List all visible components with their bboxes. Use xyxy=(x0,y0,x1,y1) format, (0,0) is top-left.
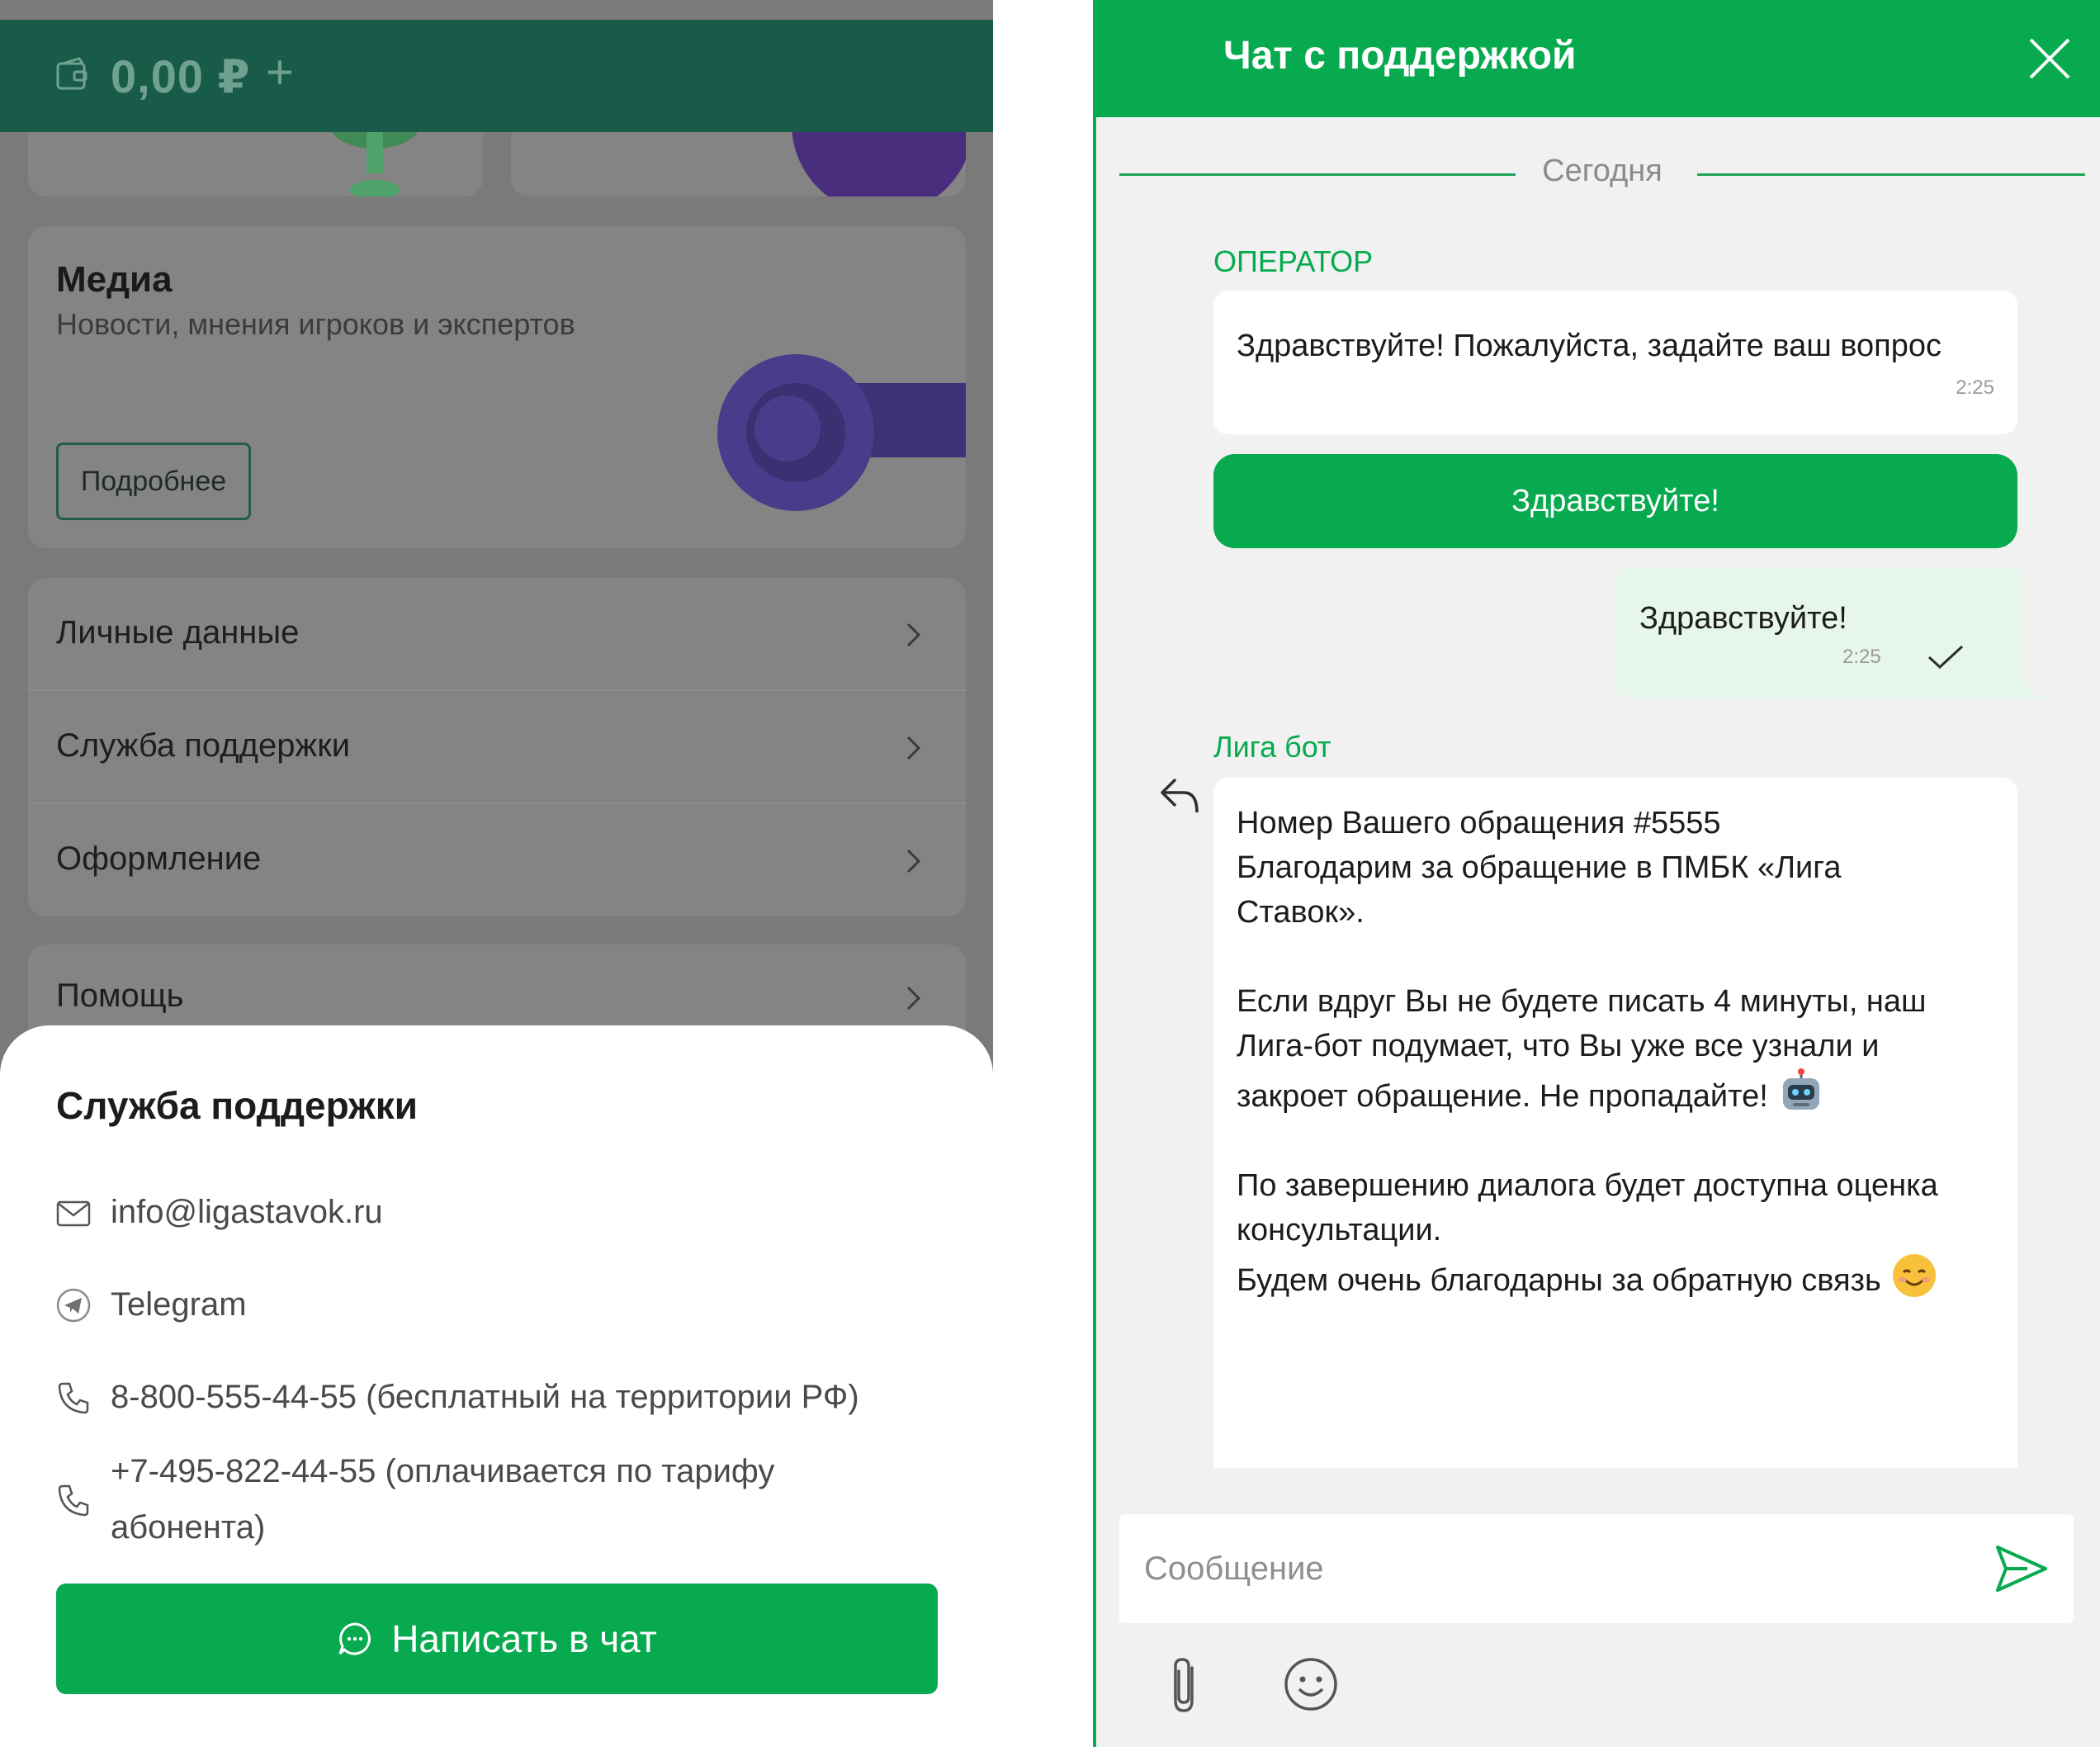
bot-text-line-with-emoji: закроет обращение. Не пропадайте! xyxy=(1237,1068,1996,1119)
chevron-right-icon xyxy=(906,849,921,873)
bot-text-line: Если вдруг Вы не будете писать 4 минуты,… xyxy=(1237,984,1927,1019)
menu-item-label: Оформление xyxy=(56,840,262,877)
chevron-right-icon xyxy=(906,623,921,647)
screenshot: 0,00 ₽ + Медиа Новости, мнения игроков и xyxy=(0,0,2100,1747)
profile-screen: 0,00 ₽ + Медиа Новости, мнения игроков и xyxy=(0,0,993,1747)
reply-icon[interactable] xyxy=(1159,776,1200,814)
date-separator-label: Сегодня xyxy=(1542,154,1662,188)
chevron-right-icon xyxy=(906,986,921,1011)
balance-amount: 0,00 ₽ xyxy=(111,50,251,102)
menu-item-label: Личные данные xyxy=(56,614,300,651)
chat-header: Чат с поддержкой xyxy=(1093,0,2100,117)
bot-text-line-with-emoji: Будем очень благодарны за обратную связь xyxy=(1237,1252,1996,1303)
top-bar: 0,00 ₽ + xyxy=(0,20,993,132)
telegram-icon xyxy=(56,1288,91,1323)
quick-reply-button[interactable]: Здравствуйте! xyxy=(1213,454,2017,548)
menu-item-label: Служба поддержки xyxy=(56,727,351,764)
bot-text-line: Лига-бот подумает, что Вы уже все узнали… xyxy=(1237,1029,1880,1063)
paperclip-icon[interactable] xyxy=(1167,1656,1204,1716)
chat-bubble-icon xyxy=(338,1622,371,1655)
bubble-tail xyxy=(2021,677,2046,698)
bot-text-line: Номер Вашего обращения #5555 xyxy=(1237,806,1721,840)
menu-item-appearance[interactable]: Оформление xyxy=(28,804,966,916)
telegram-contact[interactable]: Telegram xyxy=(56,1276,964,1333)
bot-label: Лига бот xyxy=(1213,730,1331,764)
message-input[interactable] xyxy=(1144,1539,1953,1598)
media-title: Медиа xyxy=(56,259,173,300)
close-icon[interactable] xyxy=(2027,36,2072,81)
whistle-illustration xyxy=(717,354,966,511)
send-icon[interactable] xyxy=(1994,1544,2049,1593)
menu-item-label: Помощь xyxy=(56,978,184,1014)
dimmed-background: 0,00 ₽ + Медиа Новости, мнения игроков и xyxy=(0,0,993,1073)
bot-text-line: Ставок». xyxy=(1237,895,1365,930)
date-separator: Сегодня xyxy=(1119,154,2085,195)
more-button[interactable]: Подробнее xyxy=(56,443,251,520)
bot-text-line: консультации. xyxy=(1237,1213,1442,1248)
phone-2-text-line2[interactable]: абонента) xyxy=(111,1499,265,1555)
phone-contact-1[interactable]: 8-800-555-44-55 (бесплатный на территори… xyxy=(56,1369,964,1425)
bot-text: Будем очень благодарны за обратную связь xyxy=(1237,1263,1881,1298)
smiling-emoji xyxy=(1892,1254,1936,1297)
user-message-text: Здравствуйте! xyxy=(1639,601,1847,636)
support-bottom-sheet: Служба поддержки info@ligastavok.ru Tele… xyxy=(0,1025,993,1747)
support-chat-screen: Чат с поддержкой Сегодня ОПЕРАТОР Здравс… xyxy=(1093,0,2100,1747)
bot-text-line: По завершению диалога будет доступна оце… xyxy=(1237,1168,1938,1203)
phone-contact-2[interactable]: +7-495-822-44-55 (оплачивается по тарифу… xyxy=(56,1443,964,1555)
phone-icon xyxy=(58,1484,89,1517)
bot-message: Номер Вашего обращения #5555 Благодарим … xyxy=(1213,778,2017,1468)
media-card: Медиа Новости, мнения игроков и эксперто… xyxy=(28,226,966,548)
operator-message: Здравствуйте! Пожалуйста, задайте ваш во… xyxy=(1213,291,2017,434)
bot-text-spacer xyxy=(1237,935,1996,979)
chevron-right-icon xyxy=(906,736,921,760)
write-to-chat-button[interactable]: Написать в чат xyxy=(56,1584,938,1694)
add-funds-button[interactable]: + xyxy=(266,45,294,100)
operator-label: ОПЕРАТОР xyxy=(1213,244,1374,278)
menu-item-support[interactable]: Служба поддержки xyxy=(28,691,966,804)
chat-title: Чат с поддержкой xyxy=(1223,34,1577,78)
operator-message-time: 2:25 xyxy=(1956,376,1994,399)
phone-icon xyxy=(58,1382,89,1414)
sheet-title: Служба поддержки xyxy=(56,1084,419,1127)
media-subtitle: Новости, мнения игроков и экспертов xyxy=(56,307,575,341)
bot-text: закроет обращение. Не пропадайте! xyxy=(1237,1079,1768,1114)
message-composer xyxy=(1119,1514,2074,1623)
panel-border xyxy=(1093,0,1096,1747)
email-contact[interactable]: info@ligastavok.ru xyxy=(56,1184,964,1240)
operator-message-text: Здравствуйте! Пожалуйста, задайте ваш во… xyxy=(1237,329,1942,363)
robot-emoji xyxy=(1782,1068,1819,1110)
user-message: Здравствуйте! 2:25 xyxy=(1615,568,2046,698)
bot-text-line: Благодарим за обращение в ПМБК «Лига xyxy=(1237,850,1842,885)
menu-item-personal-data[interactable]: Личные данные xyxy=(28,578,966,691)
wallet-icon[interactable] xyxy=(54,57,91,93)
settings-menu: Личные данные Служба поддержки Оформлени… xyxy=(28,578,966,916)
checkmark-icon xyxy=(1927,645,1964,670)
user-message-time: 2:25 xyxy=(1842,646,1881,668)
mail-icon xyxy=(56,1200,91,1227)
email-text[interactable]: info@ligastavok.ru xyxy=(111,1184,383,1240)
phone-2-text-line1[interactable]: +7-495-822-44-55 (оплачивается по тарифу xyxy=(111,1443,774,1499)
write-to-chat-label: Написать в чат xyxy=(391,1617,657,1660)
phone-1-text[interactable]: 8-800-555-44-55 (бесплатный на территори… xyxy=(111,1369,859,1425)
emoji-icon[interactable] xyxy=(1283,1656,1339,1712)
bot-message-body: Номер Вашего обращения #5555 Благодарим … xyxy=(1237,801,1996,1303)
telegram-text[interactable]: Telegram xyxy=(111,1276,247,1333)
bot-text-spacer xyxy=(1237,1119,1996,1163)
